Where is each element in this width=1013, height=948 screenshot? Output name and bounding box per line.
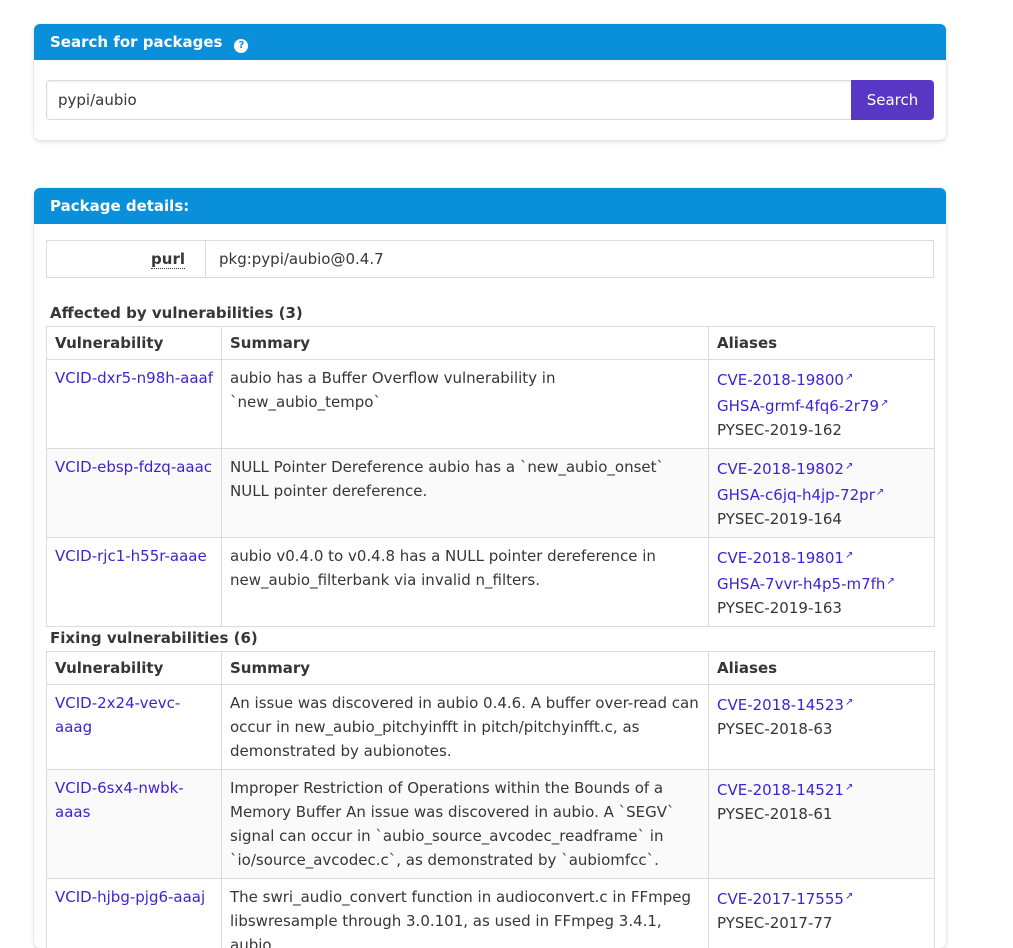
column-header-summary: Summary <box>222 327 709 360</box>
external-link-icon: ↗ <box>845 697 853 708</box>
external-link-icon: ↗ <box>845 461 853 472</box>
summary-cell: aubio has a Buffer Overflow vulnerabilit… <box>222 360 709 449</box>
vulnerability-link[interactable]: VCID-dxr5-n98h-aaaf <box>55 369 213 387</box>
summary-cell: NULL Pointer Dereference aubio has a `ne… <box>222 449 709 538</box>
alias-text: PYSEC-2019-162 <box>717 418 926 442</box>
purl-row: purl pkg:pypi/aubio@0.4.7 <box>46 240 934 278</box>
alias-link[interactable]: GHSA-c6jq-h4jp-72pr <box>717 486 875 504</box>
alias-link[interactable]: CVE-2017-17555 <box>717 890 844 908</box>
alias-link[interactable]: CVE-2018-19802 <box>717 460 844 478</box>
table-row: VCID-hjbg-pjg6-aaaj The swri_audio_conve… <box>47 879 935 948</box>
alias-link[interactable]: CVE-2018-14523 <box>717 696 844 714</box>
summary-cell: The swri_audio_convert function in audio… <box>222 879 709 948</box>
column-header-aliases: Aliases <box>709 327 935 360</box>
table-row: VCID-6sx4-nwbk-aaas Improper Restriction… <box>47 770 935 879</box>
vulnerability-link[interactable]: VCID-2x24-vevc-aaag <box>55 694 180 736</box>
search-input[interactable]: pypi/aubio <box>46 80 852 120</box>
search-bar: pypi/aubio Search <box>46 80 934 120</box>
search-button[interactable]: Search <box>851 80 934 120</box>
column-header-aliases: Aliases <box>709 652 935 685</box>
external-link-icon: ↗ <box>845 550 853 561</box>
vulnerability-link[interactable]: VCID-ebsp-fdzq-aaac <box>55 458 212 476</box>
alias-text: PYSEC-2019-163 <box>717 596 926 620</box>
external-link-icon: ↗ <box>880 398 888 409</box>
alias-text: PYSEC-2019-164 <box>717 507 926 531</box>
alias-text: PYSEC-2018-63 <box>717 717 926 741</box>
alias-link[interactable]: GHSA-7vvr-h4p5-m7fh <box>717 575 885 593</box>
purl-value: pkg:pypi/aubio@0.4.7 <box>219 241 384 277</box>
summary-cell: Improper Restriction of Operations withi… <box>222 770 709 879</box>
question-circle-icon[interactable]: ? <box>234 39 248 53</box>
vulnerability-link[interactable]: VCID-6sx4-nwbk-aaas <box>55 779 184 821</box>
vulnerability-link[interactable]: VCID-hjbg-pjg6-aaaj <box>55 888 205 906</box>
alias-link[interactable]: CVE-2018-19800 <box>717 371 844 389</box>
search-panel-header: Search for packages? <box>34 24 946 60</box>
external-link-icon: ↗ <box>845 782 853 793</box>
aliases-cell: CVE-2018-19801↗ GHSA-7vvr-h4p5-m7fh↗ PYS… <box>709 538 935 627</box>
summary-cell: An issue was discovered in aubio 0.4.6. … <box>222 685 709 770</box>
external-link-icon: ↗ <box>876 487 884 498</box>
search-panel-title: Search for packages <box>50 33 222 51</box>
column-header-summary: Summary <box>222 652 709 685</box>
table-row: VCID-2x24-vevc-aaag An issue was discove… <box>47 685 935 770</box>
aliases-cell: CVE-2017-17555↗ PYSEC-2017-77 <box>709 879 935 948</box>
aliases-cell: CVE-2018-19800↗ GHSA-grmf-4fq6-2r79↗ PYS… <box>709 360 935 449</box>
affected-table: Vulnerability Summary Aliases VCID-dxr5-… <box>46 326 935 627</box>
package-details-panel: Package details: purl pkg:pypi/aubio@0.4… <box>34 188 946 948</box>
vulnerability-link[interactable]: VCID-rjc1-h55r-aaae <box>55 547 207 565</box>
alias-text: PYSEC-2018-61 <box>717 802 926 826</box>
column-header-vulnerability: Vulnerability <box>47 327 222 360</box>
aliases-cell: CVE-2018-19802↗ GHSA-c6jq-h4jp-72pr↗ PYS… <box>709 449 935 538</box>
external-link-icon: ↗ <box>845 891 853 902</box>
table-row: VCID-dxr5-n98h-aaaf aubio has a Buffer O… <box>47 360 935 449</box>
alias-link[interactable]: CVE-2018-14521 <box>717 781 844 799</box>
fixing-table: Vulnerability Summary Aliases VCID-2x24-… <box>46 651 935 948</box>
search-panel: Search for packages? pypi/aubio Search <box>34 24 946 140</box>
alias-link[interactable]: CVE-2018-19801 <box>717 549 844 567</box>
affected-title: Affected by vulnerabilities (3) <box>50 304 303 322</box>
external-link-icon: ↗ <box>886 576 894 587</box>
summary-cell: aubio v0.4.0 to v0.4.8 has a NULL pointe… <box>222 538 709 627</box>
column-header-vulnerability: Vulnerability <box>47 652 222 685</box>
table-row: VCID-ebsp-fdzq-aaac NULL Pointer Derefer… <box>47 449 935 538</box>
alias-text: PYSEC-2017-77 <box>717 911 926 935</box>
fixing-title: Fixing vulnerabilities (6) <box>50 629 258 647</box>
purl-label: purl <box>47 241 206 277</box>
package-details-header: Package details: <box>34 188 946 224</box>
aliases-cell: CVE-2018-14523↗ PYSEC-2018-63 <box>709 685 935 770</box>
aliases-cell: CVE-2018-14521↗ PYSEC-2018-61 <box>709 770 935 879</box>
alias-link[interactable]: GHSA-grmf-4fq6-2r79 <box>717 397 879 415</box>
external-link-icon: ↗ <box>845 372 853 383</box>
table-row: VCID-rjc1-h55r-aaae aubio v0.4.0 to v0.4… <box>47 538 935 627</box>
